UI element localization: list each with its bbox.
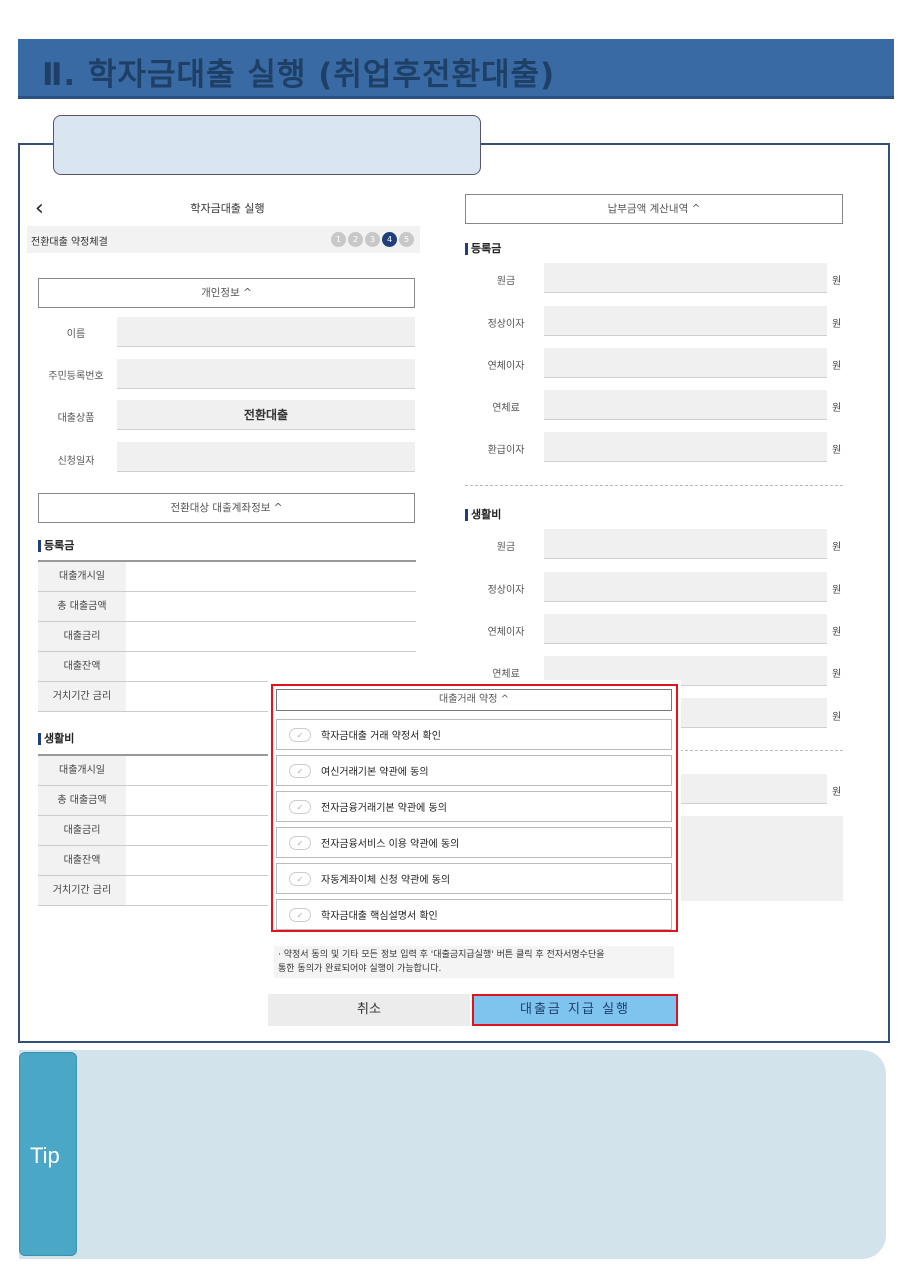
- cancel-button[interactable]: 취소: [268, 994, 470, 1026]
- living-refund-field: [680, 698, 827, 728]
- calc-toggle[interactable]: 납부금액 계산내역 ^: [465, 194, 843, 224]
- name-field: [117, 317, 415, 347]
- field-label: 정상이자: [487, 319, 525, 330]
- loan-account-toggle[interactable]: 전환대상 대출계좌정보 ^: [38, 493, 415, 523]
- field-label: 원금: [496, 542, 516, 553]
- tip-box: [19, 1050, 886, 1259]
- tuition-overdue-interest-field: [544, 348, 827, 378]
- unit-label: 원: [832, 669, 842, 680]
- unit-label: 원: [832, 627, 842, 638]
- section-title: Ⅱ. 학자금대출 실행 (취업후전환대출): [42, 57, 556, 93]
- step-indicator: 1 2 3 4 5: [331, 232, 414, 247]
- notice-line: · 약정서 동의 및 기타 모든 정보 입력 후 '대출금지급실행' 버튼 클릭…: [278, 950, 605, 960]
- unit-label: 원: [832, 542, 842, 553]
- step-3: 3: [365, 232, 380, 247]
- product-value: 전환대출: [243, 408, 289, 422]
- field-label: 정상이자: [487, 585, 525, 596]
- table-row: 대출잔액: [38, 652, 416, 682]
- agreement-notice: · 약정서 동의 및 기타 모든 정보 입력 후 '대출금지급실행' 버튼 클릭…: [274, 946, 674, 978]
- unit-label: 원: [832, 361, 842, 372]
- divider: [465, 485, 843, 486]
- unit-label: 원: [832, 276, 842, 287]
- table-row: 대출개시일: [38, 562, 416, 592]
- summary-box: [680, 816, 843, 901]
- highlight-box: [271, 684, 678, 932]
- unit-label: 원: [832, 585, 842, 596]
- right-living-subtitle: 생활비: [465, 509, 501, 521]
- step-label: 전환대출 약정체결: [31, 237, 108, 248]
- unit-label: 원: [832, 445, 842, 456]
- page-title: 학자금대출 실행: [190, 202, 265, 215]
- table-row: 대출금리: [38, 622, 416, 652]
- tuition-principal-field: [544, 263, 827, 293]
- tuition-overdue-fee-field: [544, 390, 827, 420]
- tuition-subtitle: 등록금: [38, 540, 74, 552]
- tuition-refund-field: [544, 432, 827, 462]
- tuition-interest-field: [544, 306, 827, 336]
- frame-tab: [53, 115, 481, 175]
- living-interest-field: [544, 572, 827, 602]
- divider: [680, 750, 843, 751]
- field-label-date: 신청일자: [57, 456, 95, 467]
- step-bar: 전환대출 약정체결 1 2 3 4 5: [27, 226, 420, 253]
- unit-label: 원: [832, 403, 842, 414]
- field-label-rrn: 주민등록번호: [48, 371, 104, 382]
- field-label: 연체료: [492, 403, 520, 414]
- step-2: 2: [348, 232, 363, 247]
- unit-label: 원: [832, 787, 842, 798]
- rrn-field: [117, 359, 415, 389]
- field-label: 연체이자: [487, 361, 525, 372]
- date-field: [117, 442, 415, 472]
- field-label: 연체이자: [487, 627, 525, 638]
- field-label-name: 이름: [66, 329, 86, 340]
- field-label: 환급이자: [487, 445, 525, 456]
- section-banner: Ⅱ. 학자금대출 실행 (취업후전환대출): [18, 39, 894, 99]
- field-label-product: 대출상품: [57, 413, 95, 424]
- step-5: 5: [399, 232, 414, 247]
- living-principal-field: [544, 529, 827, 559]
- product-field: 전환대출: [117, 400, 415, 430]
- step-4-active: 4: [382, 232, 397, 247]
- living-subtitle: 생활비: [38, 733, 74, 745]
- step-1: 1: [331, 232, 346, 247]
- total-field: [680, 774, 827, 804]
- unit-label: 원: [832, 319, 842, 330]
- notice-line: 통한 동의가 완료되어야 실행이 가능합니다.: [278, 964, 442, 974]
- unit-label: 원: [832, 712, 842, 723]
- field-label: 연체료: [492, 669, 520, 680]
- field-label: 원금: [496, 276, 516, 287]
- table-row: 총 대출금액: [38, 592, 416, 622]
- living-overdue-interest-field: [544, 614, 827, 644]
- personal-info-toggle[interactable]: 개인정보 ^: [38, 278, 415, 308]
- execute-loan-button[interactable]: 대출금 지급 실행: [472, 994, 678, 1026]
- right-tuition-subtitle: 등록금: [465, 243, 501, 255]
- tip-label: Tip: [30, 1143, 60, 1168]
